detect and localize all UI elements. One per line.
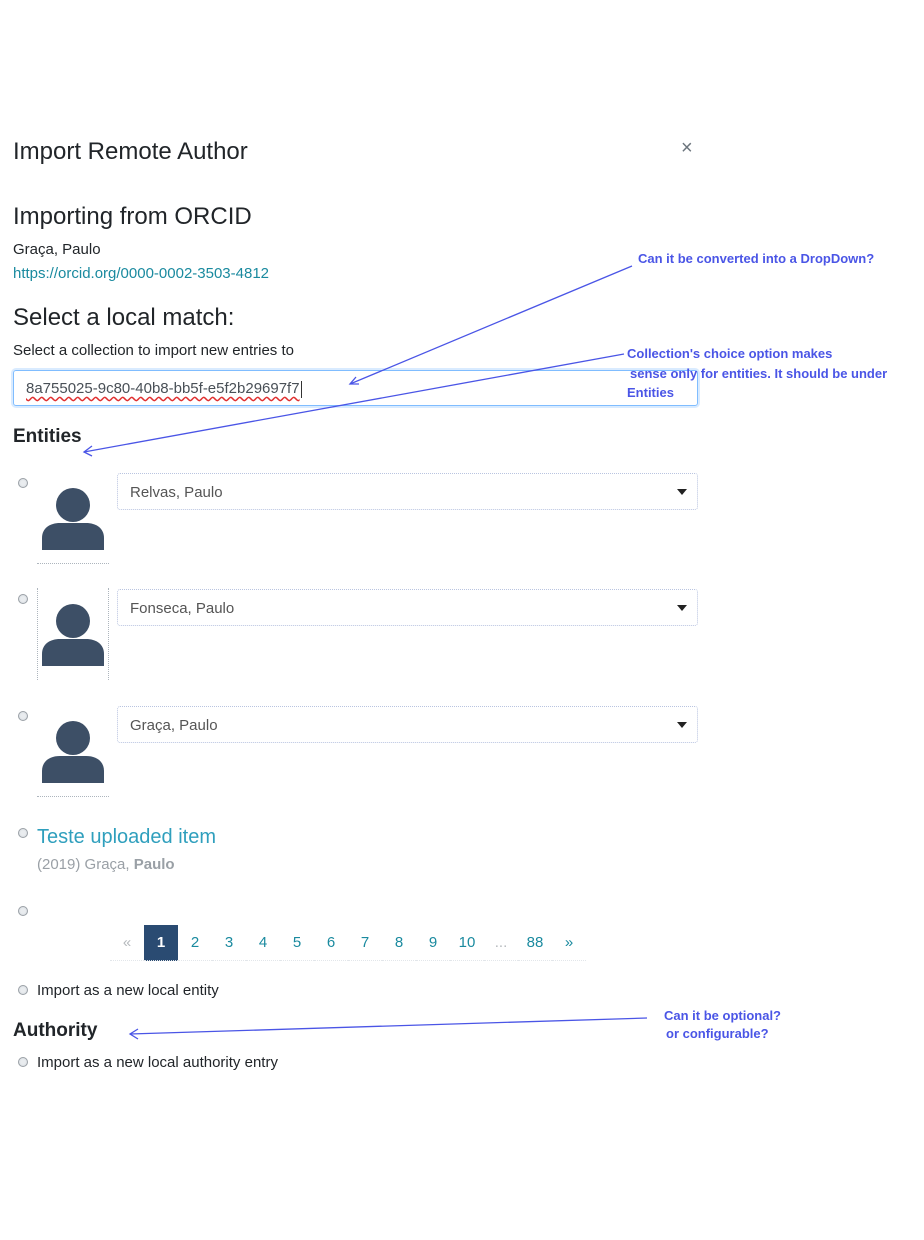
- arrow-to-collection-input: [349, 265, 633, 385]
- annotation-collection-note-2: sense only for entities. It should be un…: [630, 366, 888, 381]
- annotation-collection-note-3: Entities: [627, 385, 674, 400]
- annotation-optional-question-2: or configurable?: [666, 1026, 769, 1041]
- annotation-optional-question-1: Can it be optional?: [664, 1008, 781, 1023]
- annotation-collection-note-1: Collection's choice option makes: [627, 346, 833, 361]
- annotation-dropdown-question: Can it be converted into a DropDown?: [638, 251, 875, 266]
- annotation-arrows: [82, 265, 648, 1040]
- arrow-to-authority-heading: [129, 1017, 648, 1035]
- arrow-to-entities-heading: [83, 353, 625, 453]
